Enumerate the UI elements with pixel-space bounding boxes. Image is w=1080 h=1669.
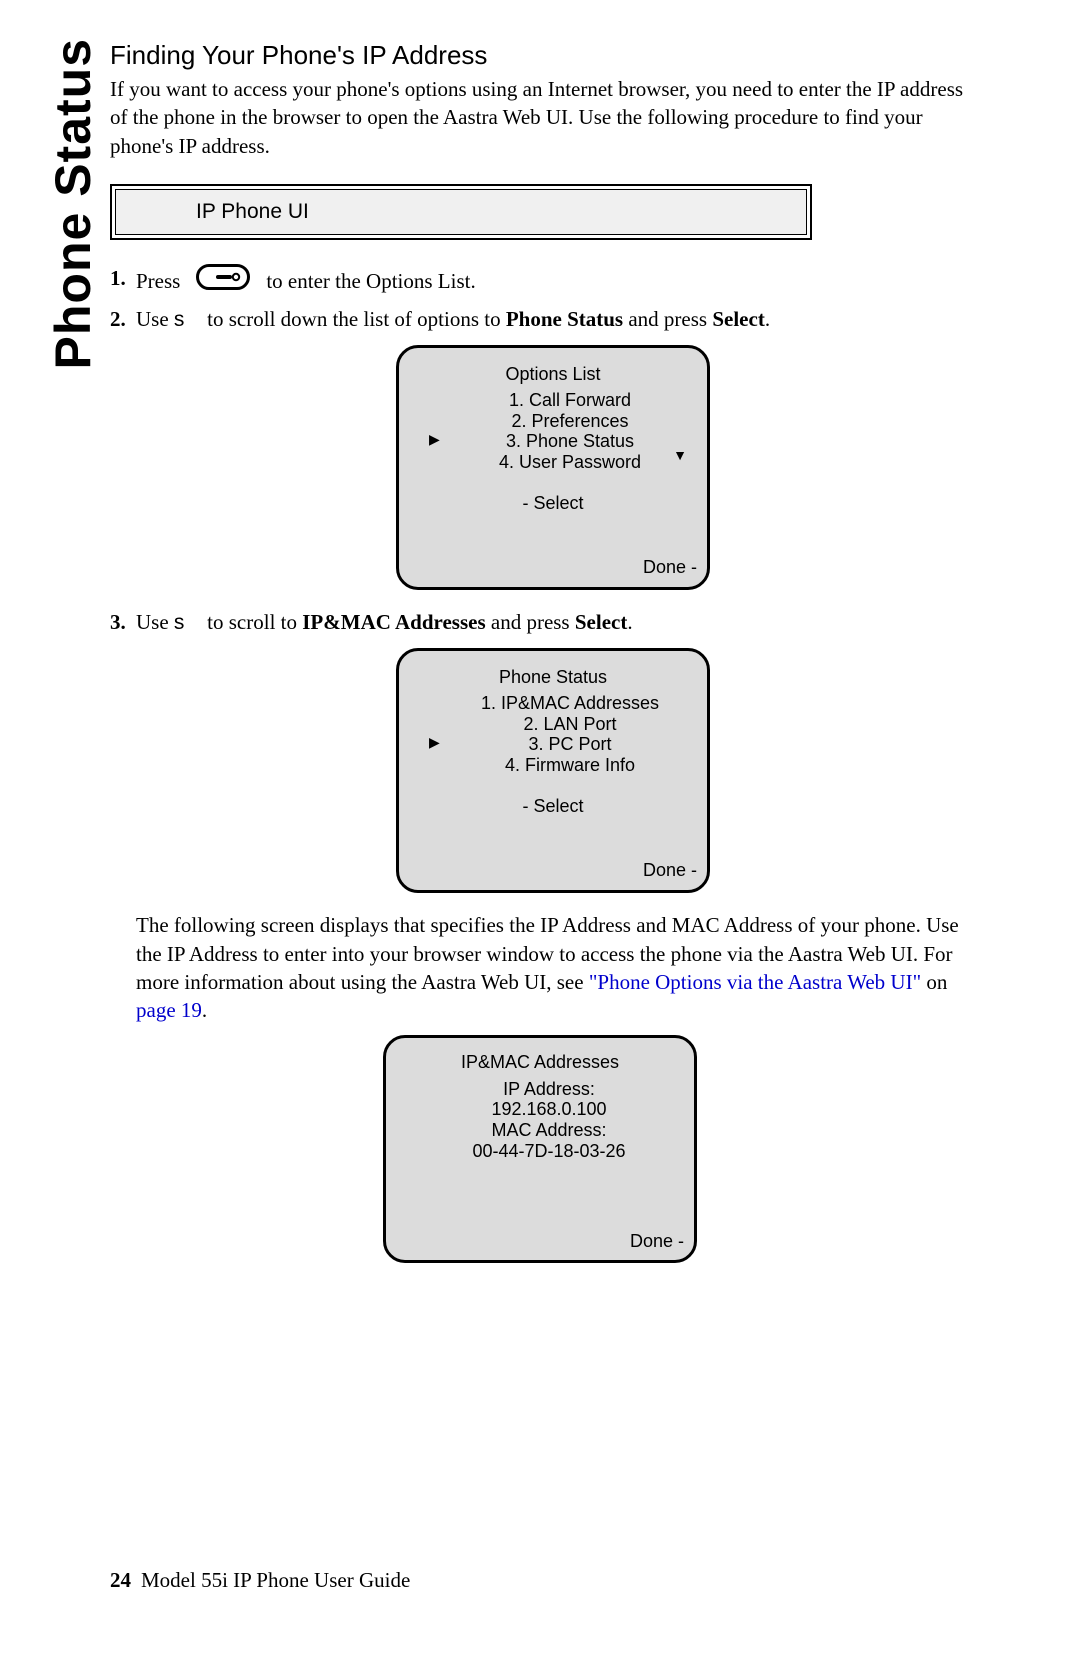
section-heading: Finding Your Phone's IP Address [110, 40, 970, 71]
screen-title: IP&MAC Addresses [400, 1052, 680, 1073]
step-2-bold: Phone Status [506, 307, 623, 331]
phone-screen-options-list: Options List 1. Call Forward 2. Preferen… [396, 345, 710, 591]
step-3-mid2: and press [486, 610, 575, 634]
screen-softkey-select: - Select [413, 491, 693, 515]
ui-callout-label: IP Phone UI [115, 189, 807, 235]
para-text: . [202, 998, 207, 1022]
selection-pointer-icon: ▶ [429, 734, 440, 750]
screen-softkey-done: Done - [400, 1231, 684, 1252]
step-3-bold: IP&MAC Addresses [302, 610, 485, 634]
ui-callout-box: IP Phone UI [110, 184, 812, 240]
screen-item: 3. PC Port [528, 734, 611, 754]
page-footer: 24 Model 55i IP Phone User Guide [110, 1568, 410, 1593]
step-3-mid: to scroll to [202, 610, 302, 634]
screen-item: 2. Preferences [447, 411, 693, 432]
screen-title: Options List [413, 362, 693, 386]
step-3: Use s to scroll to IP&MAC Addresses and … [110, 608, 970, 893]
step-1: Press to enter the Options List. [110, 264, 970, 297]
scroll-down-icon: ▼ [673, 446, 687, 465]
cross-ref-link-page[interactable]: page 19 [136, 998, 202, 1022]
step-3-pre: Use [136, 610, 174, 634]
footer-title: Model 55i IP Phone User Guide [141, 1568, 410, 1592]
step-3-bold2: Select [575, 610, 627, 634]
screen-item: 2. LAN Port [447, 714, 693, 735]
screen-softkey-done: Done - [413, 858, 697, 882]
step-1-text-post: to enter the Options List. [266, 267, 475, 295]
screen-title: Phone Status [413, 665, 693, 689]
para-text: on [921, 970, 947, 994]
selection-pointer-icon: ▶ [429, 431, 440, 447]
options-key-icon [196, 264, 250, 297]
step-2-key: s [174, 306, 202, 334]
screen-item: 4. User Password [447, 452, 693, 473]
step-1-text-pre: Press [136, 267, 180, 295]
step-2-bold2: Select [712, 307, 764, 331]
result-paragraph: The following screen displays that speci… [136, 911, 970, 1024]
page-number: 24 [110, 1568, 131, 1592]
step-2-pre: Use [136, 307, 174, 331]
screen-item: 3. Phone Status [506, 431, 634, 451]
step-2: Use s to scroll down the list of options… [110, 305, 970, 590]
screen-item: 1. Call Forward [447, 390, 693, 411]
step-2-end: . [765, 307, 770, 331]
step-3-end: . [627, 610, 632, 634]
screen-item: 1. IP&MAC Addresses [447, 693, 693, 714]
step-2-mid2: and press [623, 307, 712, 331]
screen-item: 4. Firmware Info [447, 755, 693, 776]
screen-softkey-select: - Select [413, 794, 693, 818]
intro-paragraph: If you want to access your phone's optio… [110, 75, 970, 160]
phone-screen-ipmac: IP&MAC Addresses IP Address: 192.168.0.1… [383, 1035, 697, 1264]
screen-line: IP Address: [418, 1079, 680, 1100]
step-3-key: s [174, 609, 202, 637]
cross-ref-link-phone-options[interactable]: "Phone Options via the Aastra Web UI" [589, 970, 921, 994]
screen-line: MAC Address: [418, 1120, 680, 1141]
phone-screen-phone-status: Phone Status 1. IP&MAC Addresses 2. LAN … [396, 648, 710, 894]
screen-line: 00-44-7D-18-03-26 [418, 1141, 680, 1162]
screen-line: 192.168.0.100 [418, 1099, 680, 1120]
step-2-mid: to scroll down the list of options to [202, 307, 506, 331]
screen-softkey-done: Done - [413, 555, 697, 579]
